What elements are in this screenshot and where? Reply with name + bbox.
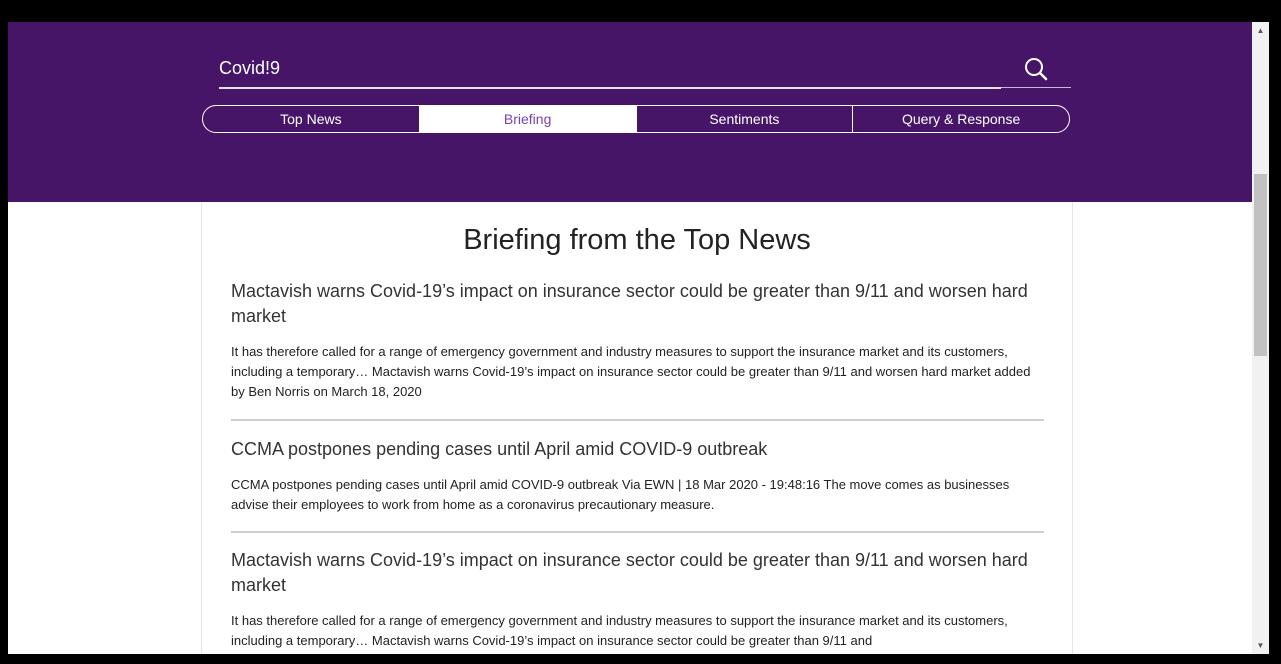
- header-banner: Top News Briefing Sentiments Query & Res…: [8, 22, 1252, 202]
- vertical-scrollbar[interactable]: ▲ ▼: [1252, 22, 1269, 654]
- article-item: CCMA postpones pending cases until April…: [231, 437, 1044, 515]
- scrollbar-thumb[interactable]: [1254, 174, 1267, 356]
- article-body: It has therefore called for a range of e…: [231, 613, 1008, 648]
- briefing-panel: Briefing from the Top News Mactavish war…: [201, 202, 1073, 654]
- article-headline[interactable]: Mactavish warns Covid-19’s impact on ins…: [231, 279, 1044, 329]
- search-input[interactable]: [219, 49, 1001, 89]
- article-item: Mactavish warns Covid-19’s impact on ins…: [231, 279, 1044, 402]
- tab-sentiments[interactable]: Sentiments: [635, 106, 853, 132]
- scroll-up-arrow-icon[interactable]: ▲: [1252, 22, 1269, 39]
- search-bar: [219, 49, 1071, 89]
- tab-query-response[interactable]: Query & Response: [852, 106, 1069, 132]
- article-headline[interactable]: CCMA postpones pending cases until April…: [231, 437, 1044, 462]
- tab-top-news[interactable]: Top News: [203, 106, 419, 132]
- article-item: Mactavish warns Covid-19’s impact on ins…: [231, 548, 1044, 651]
- scroll-down-arrow-icon[interactable]: ▼: [1252, 637, 1269, 654]
- page-title: Briefing from the Top News: [463, 224, 811, 256]
- browser-viewport: Top News Briefing Sentiments Query & Res…: [8, 22, 1252, 654]
- tab-bar: Top News Briefing Sentiments Query & Res…: [202, 105, 1070, 133]
- tab-briefing[interactable]: Briefing: [418, 106, 636, 132]
- search-button[interactable]: [1021, 55, 1053, 85]
- article-body: CCMA postpones pending cases until April…: [231, 477, 1010, 512]
- search-icon: [1025, 58, 1048, 81]
- article-headline[interactable]: Mactavish warns Covid-19’s impact on ins…: [231, 548, 1044, 598]
- article-divider: [231, 531, 1044, 533]
- article-body: It has therefore called for a range of e…: [231, 344, 1031, 399]
- search-underline: [1001, 87, 1071, 88]
- article-divider: [231, 419, 1044, 421]
